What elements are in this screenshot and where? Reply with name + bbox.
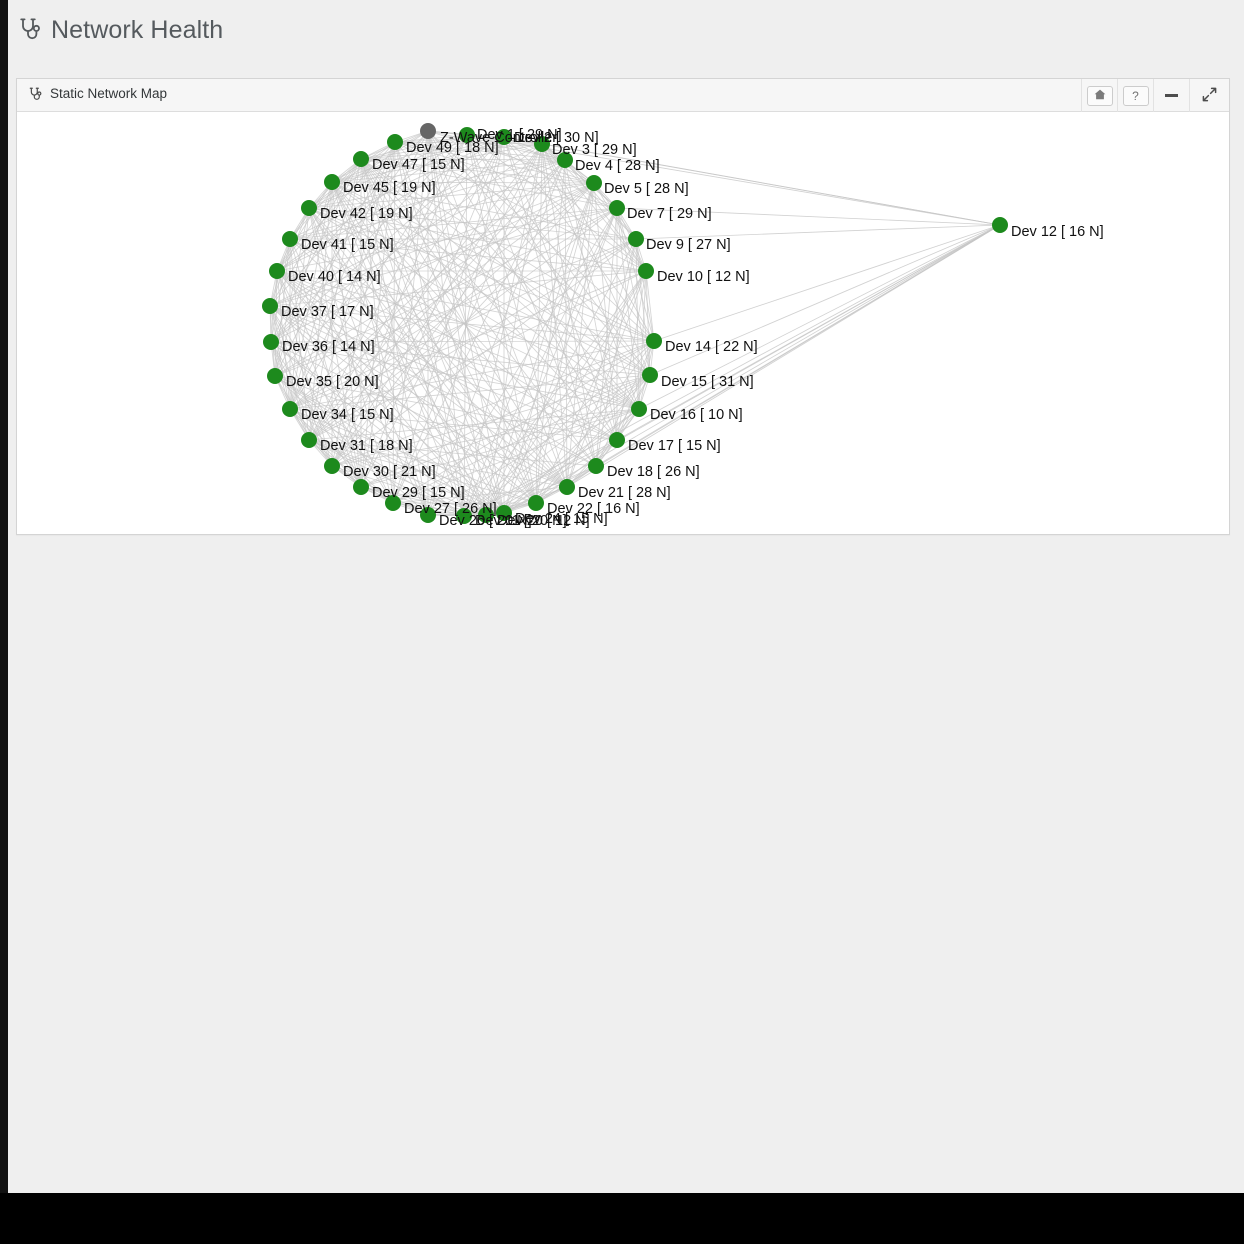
- graph-node-label-dev36: Dev 36 [ 14 N]: [282, 339, 375, 355]
- panel-toolbar: ?: [1081, 79, 1229, 112]
- graph-node-dev22[interactable]: [528, 495, 544, 511]
- graph-node-label-dev34: Dev 34 [ 15 N]: [301, 407, 394, 423]
- graph-node-dev16[interactable]: [631, 401, 647, 417]
- graph-node-label-dev10: Dev 10 [ 12 N]: [657, 269, 750, 285]
- graph-node-label-dev45: Dev 45 [ 19 N]: [343, 180, 436, 196]
- graph-node-dev12[interactable]: [992, 217, 1008, 233]
- graph-node-label-dev31: Dev 31 [ 18 N]: [320, 438, 413, 454]
- minimize-button[interactable]: [1161, 86, 1183, 106]
- graph-edge: [535, 224, 1001, 504]
- graph-node-dev37[interactable]: [262, 298, 278, 314]
- graph-node-dev36[interactable]: [263, 334, 279, 350]
- graph-node-dev34[interactable]: [282, 401, 298, 417]
- panel-title: Static Network Map: [50, 86, 168, 101]
- static-network-map-panel: Static Network Map ? Z-Wave Controller D…: [16, 78, 1230, 535]
- help-button[interactable]: ?: [1122, 85, 1149, 106]
- graph-node-dev10[interactable]: [638, 263, 654, 279]
- graph-node-dev18[interactable]: [588, 458, 604, 474]
- network-map-canvas[interactable]: Z-Wave Controller Dev 1 [ 29 N] Dev 2 [ 30…: [17, 112, 1229, 534]
- graph-node-label-dev49: Dev 49 [ 18 N]: [406, 140, 499, 156]
- graph-node-label-dev40: Dev 40 [ 14 N]: [288, 269, 381, 285]
- expand-button-cell: [1189, 79, 1229, 112]
- graph-node-label-dev15: Dev 15 [ 31 N]: [661, 374, 754, 390]
- graph-node-dev45[interactable]: [324, 174, 340, 190]
- page-header: Network Health: [8, 0, 1244, 68]
- graph-node-label-dev3: Dev 3 [ 29 N]: [552, 142, 637, 158]
- graph-node-label-dev17: Dev 17 [ 15 N]: [628, 438, 721, 454]
- left-rail: [0, 0, 8, 1193]
- graph-node-dev7[interactable]: [609, 200, 625, 216]
- minimize-button-cell: [1153, 79, 1189, 112]
- graph-node-label-dev41: Dev 41 [ 15 N]: [301, 237, 394, 253]
- graph-node-dev30[interactable]: [324, 458, 340, 474]
- graph-node-label-dev18: Dev 18 [ 26 N]: [607, 464, 700, 480]
- stethoscope-icon: [29, 87, 42, 102]
- graph-node-dev15[interactable]: [642, 367, 658, 383]
- graph-edge: [289, 158, 362, 240]
- page-root: Network Health Static Network Map ? Z-Wa…: [0, 0, 1244, 1244]
- home-button[interactable]: [1086, 85, 1113, 106]
- graph-node-label-dev47: Dev 47 [ 15 N]: [372, 157, 465, 173]
- page-title: Network Health: [51, 16, 224, 44]
- graph-node-label-dev5: Dev 5 [ 28 N]: [604, 181, 689, 197]
- graph-node-dev17[interactable]: [609, 432, 625, 448]
- panel-header-left: Static Network Map: [29, 86, 167, 102]
- graph-node-label-dev21: Dev 21 [ 28 N]: [578, 485, 671, 501]
- graph-node-label-dev9: Dev 9 [ 27 N]: [646, 237, 731, 253]
- expand-arrows-icon: [1202, 87, 1217, 105]
- graph-node-label-dev30: Dev 30 [ 21 N]: [343, 464, 436, 480]
- graph-node-dev35[interactable]: [267, 368, 283, 384]
- graph-node-label-dev42: Dev 42 [ 19 N]: [320, 206, 413, 222]
- graph-node-dev41[interactable]: [282, 231, 298, 247]
- stethoscope-icon: [19, 18, 41, 42]
- graph-node-dev9[interactable]: [628, 231, 644, 247]
- graph-node-dev5[interactable]: [586, 175, 602, 191]
- expand-button[interactable]: [1199, 86, 1221, 106]
- graph-node-dev40[interactable]: [269, 263, 285, 279]
- graph-node-label-dev27: Dev 27 [ 26 N]: [404, 501, 497, 517]
- network-graph[interactable]: Z-Wave ControllerDev 1 [ 29 N]Dev 2 [ 30…: [17, 112, 1229, 534]
- graph-node-dev29[interactable]: [353, 479, 369, 495]
- graph-node-dev14[interactable]: [646, 333, 662, 349]
- help-button-cell: ?: [1117, 79, 1153, 112]
- graph-node-label-dev37: Dev 37 [ 17 N]: [281, 304, 374, 320]
- graph-node-label-dev35: Dev 35 [ 20 N]: [286, 374, 379, 390]
- page-title-group: Network Health: [19, 17, 223, 43]
- graph-node-ctrl[interactable]: [420, 123, 436, 139]
- graph-node-dev42[interactable]: [301, 200, 317, 216]
- graph-node-label-dev12: Dev 12 [ 16 N]: [1011, 224, 1104, 240]
- graph-node-dev47[interactable]: [353, 151, 369, 167]
- home-button-cell: [1081, 79, 1117, 112]
- graph-node-label-dev29: Dev 29 [ 15 N]: [372, 485, 465, 501]
- bottom-bar: [0, 1193, 1244, 1244]
- graph-node-label-dev16: Dev 16 [ 10 N]: [650, 407, 743, 423]
- minus-icon: [1165, 94, 1178, 97]
- graph-node-dev21[interactable]: [559, 479, 575, 495]
- graph-node-dev49[interactable]: [387, 134, 403, 150]
- graph-node-dev31[interactable]: [301, 432, 317, 448]
- graph-node-label-dev7: Dev 7 [ 29 N]: [627, 206, 712, 222]
- app-body: Network Health Static Network Map ? Z-Wa…: [8, 0, 1244, 1193]
- graph-node-label-dev4: Dev 4 [ 28 N]: [575, 158, 660, 174]
- home-icon: [1094, 89, 1106, 103]
- panel-header: Static Network Map ?: [17, 79, 1229, 112]
- graph-node-label-dev14: Dev 14 [ 22 N]: [665, 339, 758, 355]
